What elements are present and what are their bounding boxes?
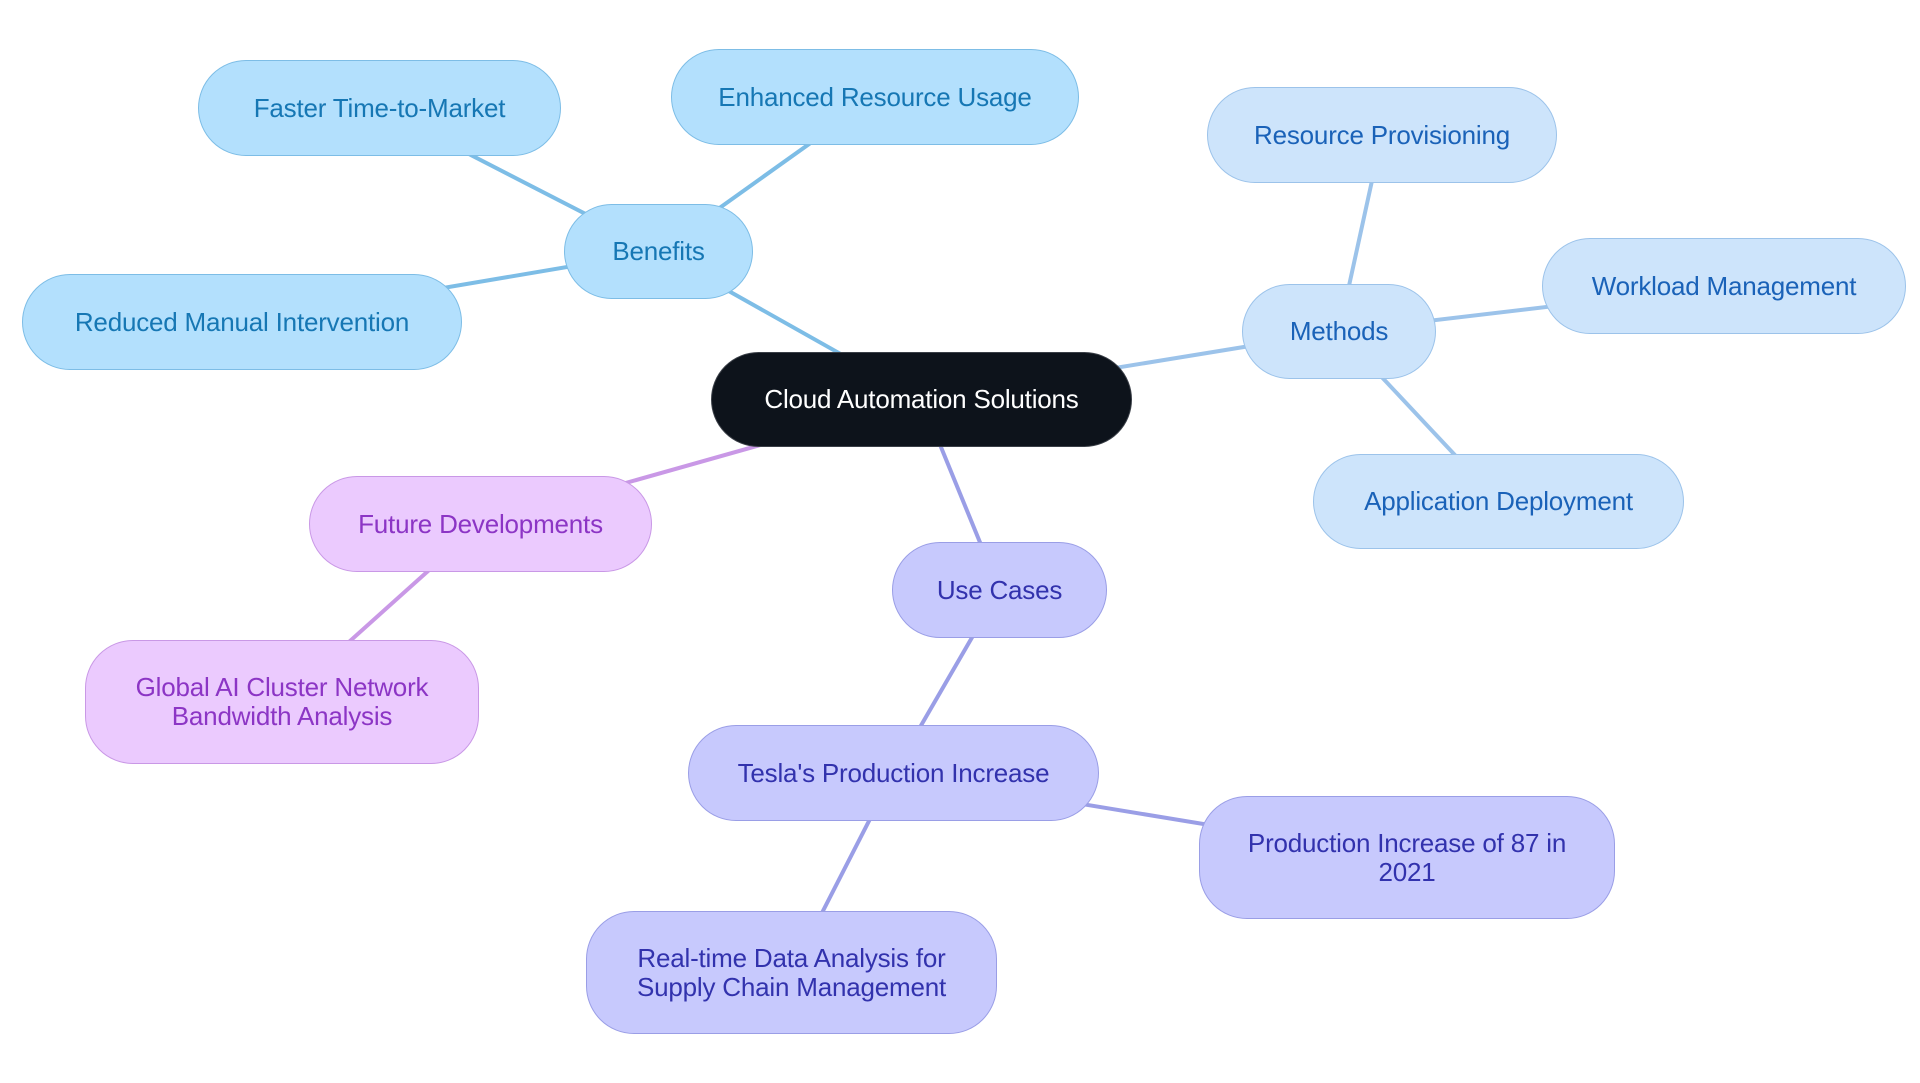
node-future-developments[interactable]: Future Developments: [309, 476, 652, 572]
node-label: Reduced Manual Intervention: [74, 306, 410, 337]
node-label: Real-time Data Analysis for Supply Chain…: [636, 942, 947, 1002]
node-label: Benefits: [612, 236, 705, 266]
node-label: Tesla's Production Increase: [737, 757, 1050, 788]
node-methods[interactable]: Methods: [1242, 284, 1436, 379]
node-label: Future Developments: [358, 508, 603, 539]
node-label: Resource Provisioning: [1254, 119, 1510, 150]
node-application-deployment[interactable]: Application Deployment: [1313, 454, 1684, 549]
node-enhanced-resource-usage[interactable]: Enhanced Resource Usage: [671, 49, 1079, 145]
node-benefits[interactable]: Benefits: [564, 204, 753, 299]
node-global-ai-cluster-network-bandwidth-analysis[interactable]: Global AI Cluster Network Bandwidth Anal…: [85, 640, 479, 764]
root-node-cloud-automation-solutions[interactable]: Cloud Automation Solutions: [711, 352, 1132, 447]
node-use-cases[interactable]: Use Cases: [892, 542, 1107, 638]
node-label: Cloud Automation Solutions: [764, 384, 1079, 414]
node-teslas-production-increase[interactable]: Tesla's Production Increase: [688, 725, 1099, 821]
node-label: Faster Time-to-Market: [253, 92, 506, 123]
node-production-increase-87-in-2021[interactable]: Production Increase of 87 in 2021: [1199, 796, 1615, 919]
node-label: Methods: [1289, 316, 1389, 346]
node-label: Enhanced Resource Usage: [718, 81, 1032, 112]
node-label: Global AI Cluster Network Bandwidth Anal…: [135, 672, 429, 731]
node-faster-time-to-market[interactable]: Faster Time-to-Market: [198, 60, 561, 156]
node-label: Workload Management: [1591, 270, 1857, 301]
node-workload-management[interactable]: Workload Management: [1542, 238, 1906, 334]
node-label: Use Cases: [936, 574, 1063, 605]
node-reduced-manual-intervention[interactable]: Reduced Manual Intervention: [22, 274, 462, 370]
node-resource-provisioning[interactable]: Resource Provisioning: [1207, 87, 1557, 183]
node-real-time-data-analysis[interactable]: Real-time Data Analysis for Supply Chain…: [586, 911, 997, 1034]
node-label: Application Deployment: [1364, 486, 1633, 516]
node-label: Production Increase of 87 in 2021: [1247, 827, 1567, 887]
